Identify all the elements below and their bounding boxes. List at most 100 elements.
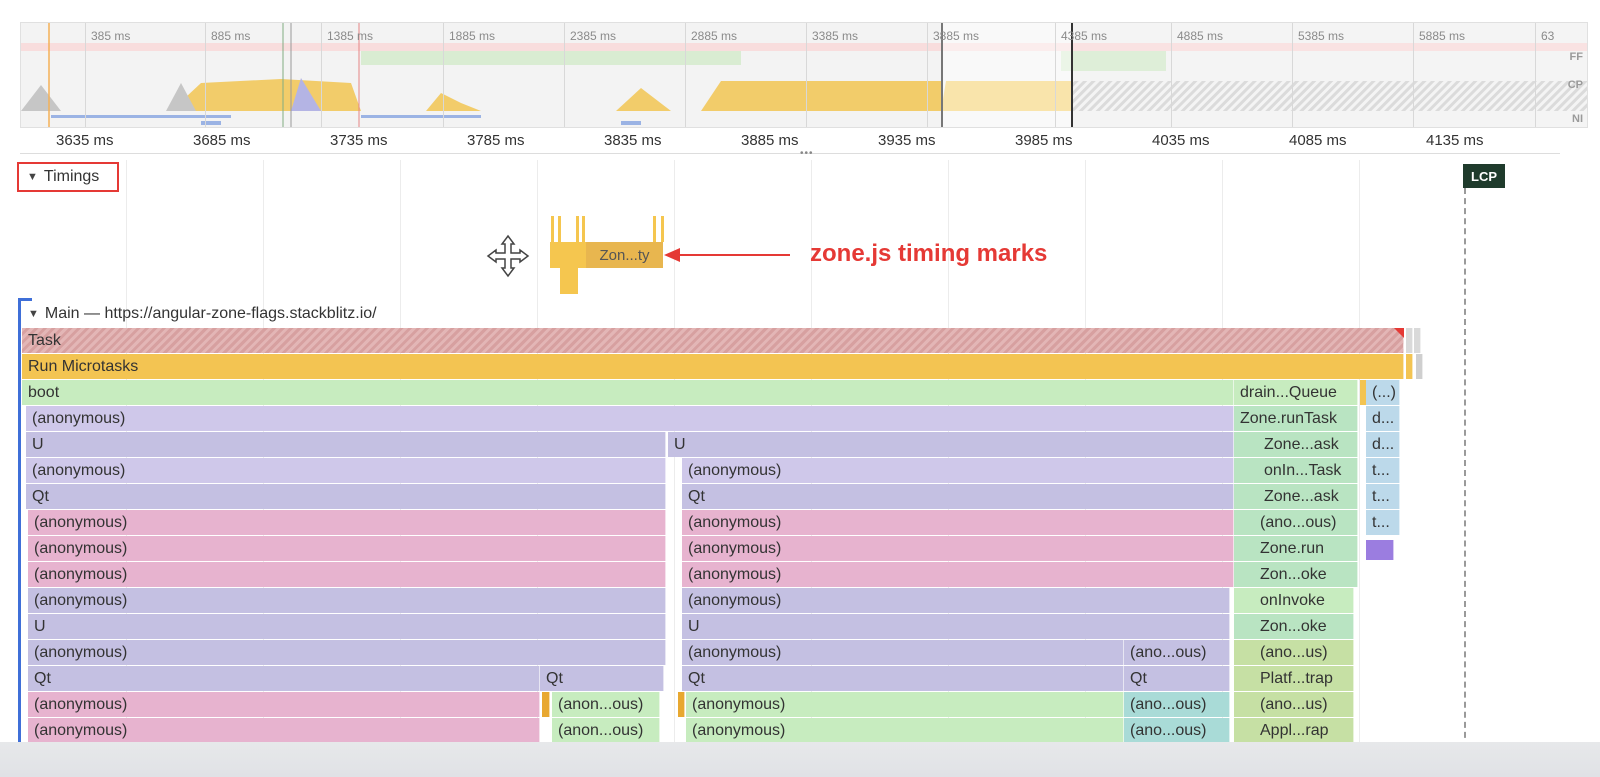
flame-entry-qt[interactable]: Qt [26, 484, 666, 509]
flame-entry[interactable] [1414, 328, 1421, 353]
flame-entry[interactable] [542, 692, 550, 717]
flame-entry-drain-queue[interactable]: drain...Queue [1234, 380, 1358, 405]
flame-entry-anon-ous[interactable]: (anon...ous) [552, 718, 660, 743]
flame-entry-zon-oke[interactable]: Zon...oke [1234, 562, 1358, 587]
flame-entry-qt[interactable]: Qt [682, 666, 1124, 691]
overview-tick-label: 4385 ms [1061, 29, 1108, 43]
flame-entry-t[interactable]: t... [1366, 458, 1400, 483]
overview-tick-label: 1385 ms [327, 29, 374, 43]
flame-entry-u[interactable]: U [668, 432, 1234, 457]
lcp-marker[interactable]: LCP [1463, 164, 1505, 188]
ruler-tick-label: 3735 ms [330, 132, 388, 149]
flame-chart[interactable]: Task Run Microtasks boot drain...Queue (… [22, 328, 1432, 748]
flame-entry-run-microtasks[interactable]: Run Microtasks [22, 354, 1404, 379]
flame-entry-zone-runtask[interactable]: Zone.runTask [1234, 406, 1358, 431]
flame-entry-oninvoke[interactable]: onInvoke [1234, 588, 1354, 613]
timings-label: Timings [43, 168, 100, 185]
timing-mark[interactable] [653, 216, 656, 242]
flame-entry-anonymous[interactable]: (anonymous) [28, 692, 540, 717]
flame-entry-anonymous[interactable]: (anonymous) [26, 406, 1234, 431]
flame-entry[interactable] [1406, 354, 1413, 379]
flame-entry-anonymous[interactable]: (anonymous) [682, 536, 1234, 561]
flame-entry-anonymous[interactable]: (anonymous) [28, 510, 666, 535]
flame-entry-appl-rap[interactable]: Appl...rap [1234, 718, 1354, 743]
overview-tick-label: 5885 ms [1419, 29, 1466, 43]
overview-grid-line [205, 23, 206, 127]
timeline-overview[interactable]: FF CP NI 385 ms 885 ms 1385 ms 1885 ms 2385 … [20, 22, 1588, 128]
flame-entry-anonymous[interactable]: (anonymous) [28, 562, 666, 587]
flame-entry-ano-ous[interactable]: (ano...ous) [1234, 510, 1358, 535]
ruler-tick-label: 3685 ms [193, 132, 251, 149]
main-track-header[interactable]: ▼ Main — https://angular-zone-flags.stac… [20, 300, 377, 328]
flame-entry-anonymous[interactable]: (anonymous) [26, 458, 666, 483]
flame-entry-ano-ous[interactable]: (ano...ous) [1124, 692, 1230, 717]
overview-grid-line [806, 23, 807, 127]
flame-entry-anonymous[interactable]: (anonymous) [682, 562, 1234, 587]
flame-entry-zone-run[interactable]: Zone.run [1234, 536, 1358, 561]
flame-entry-u[interactable]: U [26, 432, 666, 457]
flame-entry-anonymous[interactable]: (anonymous) [28, 536, 666, 561]
flame-entry-anonymous[interactable]: (anonymous) [28, 640, 666, 665]
fps-lane-label: FF [1569, 51, 1583, 63]
resize-handle-icon[interactable]: ••• [800, 148, 814, 159]
flame-entry-qt[interactable]: Qt [540, 666, 664, 691]
flame-entry-ano-us[interactable]: (ano...us) [1234, 640, 1354, 665]
flame-entry[interactable] [1406, 328, 1413, 353]
flame-entry-task[interactable]: Task [22, 328, 1404, 353]
timing-mark[interactable] [576, 216, 579, 242]
flame-entry-anonymous[interactable]: (anonymous) [686, 718, 1124, 743]
overview-tick-label: 2885 ms [691, 29, 738, 43]
flame-entry-oninvoke-task[interactable]: onIn...Task [1234, 458, 1358, 483]
flame-entry-qt[interactable]: Qt [28, 666, 540, 691]
flame-entry-qt[interactable]: Qt [682, 484, 1234, 509]
annotation-text: zone.js timing marks [810, 240, 1048, 267]
timing-mark[interactable] [558, 216, 561, 242]
ruler-tick-label: 3985 ms [1015, 132, 1073, 149]
flame-entry-zone-ask[interactable]: Zone...ask [1234, 484, 1358, 509]
flame-entry-ano-ous[interactable]: (ano...ous) [1124, 718, 1230, 743]
cpu-lane-label: CP [1567, 79, 1583, 91]
flame-entry-zon-oke[interactable]: Zon...oke [1234, 614, 1354, 639]
flame-entry-anonymous[interactable]: (anonymous) [682, 588, 1230, 613]
flame-entry-t[interactable]: t... [1366, 484, 1400, 509]
flame-entry-paren[interactable]: (...) [1366, 380, 1400, 405]
timings-track-header[interactable]: ▼ Timings [17, 162, 119, 192]
flame-entry-d[interactable]: d... [1366, 432, 1400, 457]
overview-tick-label: 4885 ms [1177, 29, 1224, 43]
flame-entry-qt[interactable]: Qt [1124, 666, 1230, 691]
flame-entry-anonymous[interactable]: (anonymous) [682, 640, 1124, 665]
flame-entry-zone-ask[interactable]: Zone...ask [1234, 432, 1358, 457]
timing-mark[interactable] [661, 216, 664, 242]
flame-entry-ano-ous[interactable]: (ano...ous) [1124, 640, 1230, 665]
timing-mark[interactable] [551, 216, 554, 242]
timing-mark[interactable] [582, 216, 585, 242]
overview-tick-label: 2385 ms [570, 29, 617, 43]
ruler-tick-label: 3885 ms [741, 132, 799, 149]
ruler-tick-label: 3785 ms [467, 132, 525, 149]
flame-entry-u[interactable]: U [682, 614, 1230, 639]
flame-entry-t[interactable]: t... [1366, 510, 1400, 535]
flame-entry-anonymous[interactable]: (anonymous) [686, 692, 1124, 717]
overview-tick-label: 885 ms [211, 29, 251, 43]
flame-entry-ano-us[interactable]: (ano...us) [1234, 692, 1354, 717]
flame-entry[interactable] [1366, 540, 1394, 560]
flame-entry-anonymous[interactable]: (anonymous) [682, 458, 1234, 483]
annotation-arrow-icon [664, 248, 790, 262]
long-task-flag-icon [1394, 328, 1404, 338]
expand-triangle-icon: ▼ [27, 171, 38, 183]
flame-entry-platf-trap[interactable]: Platf...trap [1234, 666, 1354, 691]
flame-entry-anonymous[interactable]: (anonymous) [28, 588, 666, 613]
timing-mark[interactable] [560, 268, 578, 294]
time-ruler: ••• 3635 ms 3685 ms 3735 ms 3785 ms 3835 ms 3… [20, 128, 1560, 159]
flame-entry-anonymous[interactable]: (anonymous) [28, 718, 540, 743]
zone-timing-mark[interactable]: Zon...ty [586, 242, 663, 268]
flame-entry-anon-ous[interactable]: (anon...ous) [552, 692, 660, 717]
flame-entry-anonymous[interactable]: (anonymous) [682, 510, 1234, 535]
flame-entry-boot[interactable]: boot [22, 380, 1234, 405]
timing-mark[interactable] [550, 242, 586, 268]
flame-entry-u[interactable]: U [28, 614, 666, 639]
flame-entry-d[interactable]: d... [1366, 406, 1400, 431]
flame-entry[interactable] [678, 692, 685, 717]
flame-entry[interactable] [1416, 354, 1423, 379]
ruler-tick-label: 3835 ms [604, 132, 662, 149]
